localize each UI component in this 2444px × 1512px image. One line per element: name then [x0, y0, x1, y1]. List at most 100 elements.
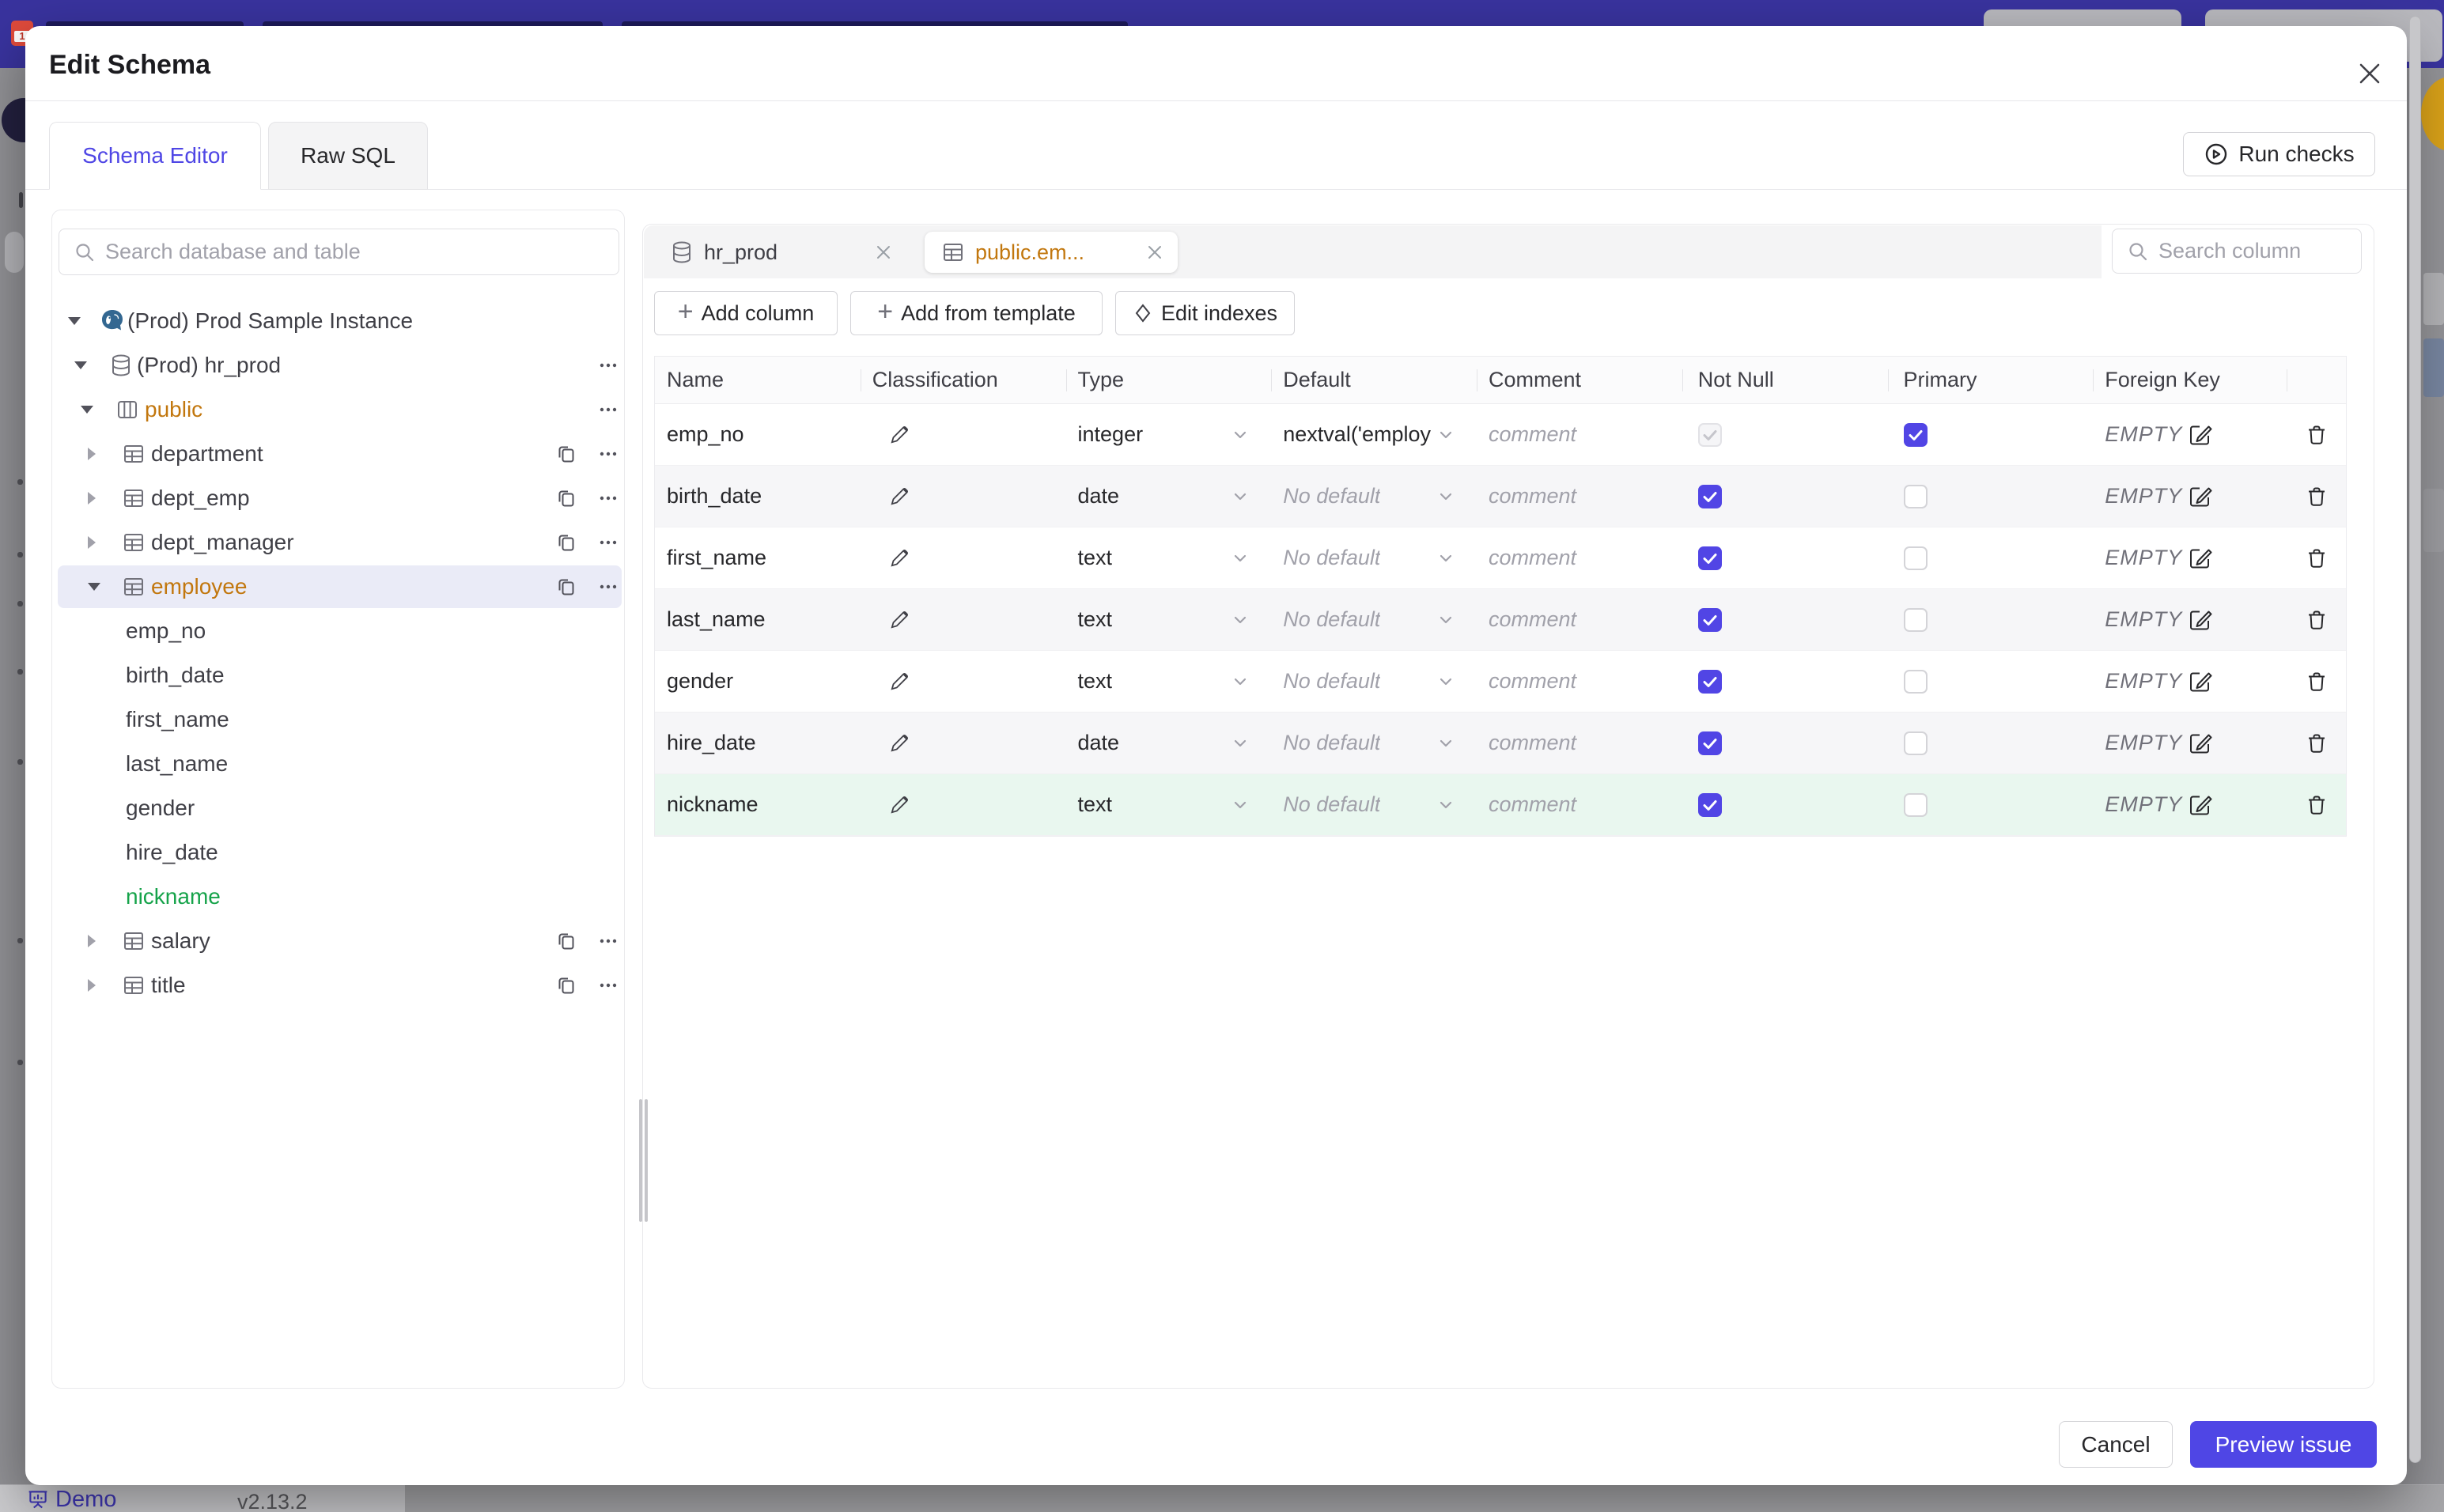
more-menu-icon[interactable] [596, 353, 620, 377]
cancel-button[interactable]: Cancel [2059, 1421, 2173, 1468]
type-select[interactable]: text [1066, 527, 1272, 588]
run-checks-button[interactable]: Run checks [2183, 132, 2375, 176]
add-from-template-button[interactable]: + Add from template [850, 291, 1103, 335]
tree-item-column-emp_no[interactable]: emp_no [52, 609, 624, 653]
tree-item-column-gender[interactable]: gender [52, 786, 624, 830]
demo-link[interactable]: Demo [27, 1487, 116, 1512]
tree-item-column-last_name[interactable]: last_name [52, 742, 624, 786]
default-select[interactable]: No default [1271, 651, 1477, 712]
tree-item-(Prod) Prod Sample Instance[interactable]: (Prod) Prod Sample Instance [52, 299, 624, 343]
trash-icon[interactable] [2305, 670, 2329, 694]
type-select[interactable]: date [1066, 466, 1272, 527]
pencil-icon[interactable] [887, 608, 911, 632]
more-menu-icon[interactable] [596, 929, 620, 953]
database-search-input[interactable] [105, 240, 619, 264]
comment-field[interactable]: comment [1477, 713, 1682, 773]
not-null-checkbox[interactable] [1697, 484, 1722, 508]
page-scrollbar[interactable] [2409, 16, 2421, 1463]
tree-item-dept_manager[interactable]: dept_manager [52, 520, 624, 565]
edit-foreign-key-icon[interactable] [2189, 546, 2212, 570]
close-tab-icon[interactable] [1144, 242, 1165, 263]
column-name-cell[interactable]: emp_no [655, 404, 861, 465]
pencil-icon[interactable] [887, 423, 911, 447]
default-select[interactable]: No default [1271, 774, 1477, 835]
primary-checkbox[interactable] [1903, 731, 1928, 755]
chevron-down-icon[interactable] [81, 406, 93, 414]
trash-icon[interactable] [2305, 793, 2329, 817]
copy-icon[interactable] [554, 442, 578, 466]
comment-field[interactable]: comment [1477, 589, 1682, 650]
default-select[interactable]: nextval('employ [1271, 404, 1477, 465]
close-icon[interactable] [2349, 53, 2390, 94]
edit-foreign-key-icon[interactable] [2189, 731, 2212, 755]
tree-item-(Prod) hr_prod[interactable]: (Prod) hr_prod [52, 343, 624, 387]
primary-checkbox[interactable] [1903, 792, 1928, 817]
chevron-down-icon[interactable] [74, 361, 87, 369]
more-menu-icon[interactable] [596, 398, 620, 421]
preview-issue-button[interactable]: Preview issue [2190, 1421, 2377, 1468]
trash-icon[interactable] [2305, 731, 2329, 755]
column-name-cell[interactable]: first_name [655, 527, 861, 588]
default-select[interactable]: No default [1271, 527, 1477, 588]
add-column-button[interactable]: + Add column [654, 291, 838, 335]
type-select[interactable]: date [1066, 713, 1272, 773]
comment-field[interactable]: comment [1477, 404, 1682, 465]
edit-foreign-key-icon[interactable] [2189, 423, 2212, 447]
edit-foreign-key-icon[interactable] [2189, 608, 2212, 632]
copy-icon[interactable] [554, 531, 578, 554]
tab-schema-editor[interactable]: Schema Editor [49, 122, 261, 190]
primary-checkbox[interactable] [1903, 484, 1928, 508]
chevron-right-icon[interactable] [88, 492, 96, 505]
not-null-checkbox[interactable] [1697, 607, 1722, 632]
type-select[interactable]: text [1066, 774, 1272, 835]
chevron-down-icon[interactable] [68, 317, 81, 325]
type-select[interactable]: text [1066, 651, 1272, 712]
tree-item-column-first_name[interactable]: first_name [52, 697, 624, 742]
column-name-cell[interactable]: gender [655, 651, 861, 712]
type-select[interactable]: integer [1066, 404, 1272, 465]
column-search-input[interactable] [2158, 239, 2361, 263]
trash-icon[interactable] [2305, 485, 2329, 508]
pencil-icon[interactable] [887, 793, 911, 817]
default-select[interactable]: No default [1271, 713, 1477, 773]
tree-item-salary[interactable]: salary [52, 919, 624, 963]
copy-icon[interactable] [554, 929, 578, 953]
tree-item-department[interactable]: department [52, 432, 624, 476]
more-menu-icon[interactable] [596, 486, 620, 510]
tab-raw-sql[interactable]: Raw SQL [268, 122, 428, 190]
tree-item-column-birth_date[interactable]: birth_date [52, 653, 624, 697]
not-null-checkbox[interactable] [1697, 792, 1722, 817]
pencil-icon[interactable] [887, 546, 911, 570]
column-name-cell[interactable]: nickname [655, 774, 861, 835]
chevron-right-icon[interactable] [88, 979, 96, 992]
default-select[interactable]: No default [1271, 589, 1477, 650]
chevron-right-icon[interactable] [88, 536, 96, 549]
more-menu-icon[interactable] [596, 531, 620, 554]
type-select[interactable]: text [1066, 589, 1272, 650]
trash-icon[interactable] [2305, 546, 2329, 570]
trash-icon[interactable] [2305, 608, 2329, 632]
chevron-right-icon[interactable] [88, 935, 96, 947]
edit-foreign-key-icon[interactable] [2189, 670, 2212, 694]
pencil-icon[interactable] [887, 731, 911, 755]
more-menu-icon[interactable] [596, 973, 620, 997]
primary-checkbox[interactable] [1903, 422, 1928, 447]
more-menu-icon[interactable] [596, 442, 620, 466]
tree-item-column-hire_date[interactable]: hire_date [52, 830, 624, 875]
not-null-checkbox[interactable] [1697, 669, 1722, 694]
tree-item-dept_emp[interactable]: dept_emp [52, 476, 624, 520]
edit-foreign-key-icon[interactable] [2189, 485, 2212, 508]
tree-item-employee[interactable]: employee [52, 565, 624, 609]
copy-icon[interactable] [554, 486, 578, 510]
chevron-right-icon[interactable] [88, 448, 96, 460]
primary-checkbox[interactable] [1903, 669, 1928, 694]
column-name-cell[interactable]: birth_date [655, 466, 861, 527]
primary-checkbox[interactable] [1903, 607, 1928, 632]
comment-field[interactable]: comment [1477, 466, 1682, 527]
more-menu-icon[interactable] [596, 575, 620, 599]
copy-icon[interactable] [554, 575, 578, 599]
chevron-down-icon[interactable] [88, 583, 100, 591]
trash-icon[interactable] [2305, 423, 2329, 447]
not-null-checkbox[interactable] [1697, 546, 1722, 570]
column-name-cell[interactable]: last_name [655, 589, 861, 650]
